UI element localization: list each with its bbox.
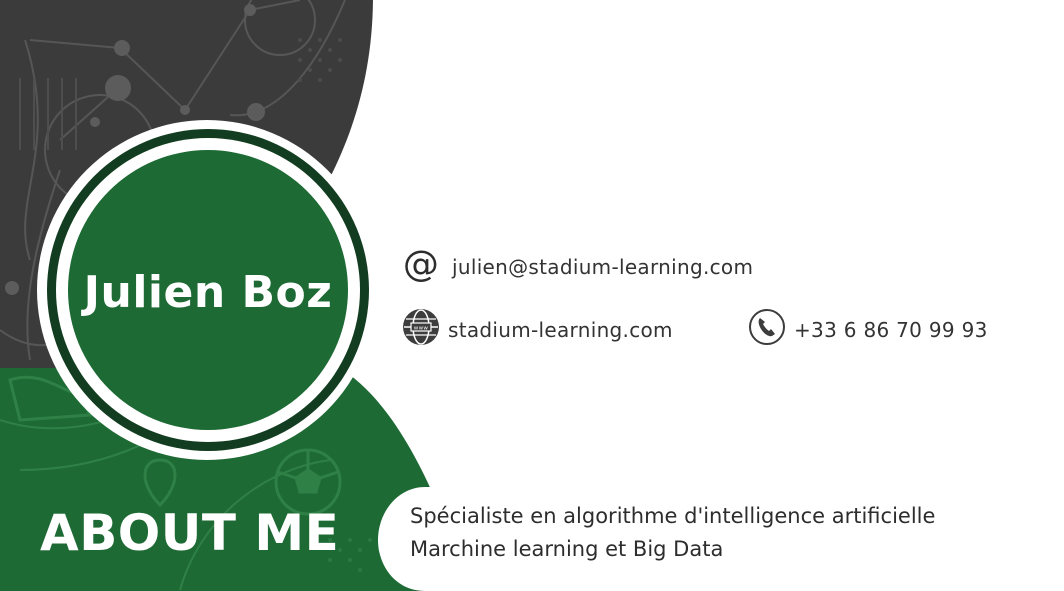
name-badge: Julien Boz — [55, 153, 365, 435]
phone-text[interactable]: +33 6 86 70 99 93 — [794, 318, 988, 342]
svg-text:www: www — [414, 326, 429, 332]
globe-icon: www — [402, 308, 440, 352]
svg-text:@: @ — [403, 245, 439, 283]
email-row[interactable]: @ julien@stadium-learning.com — [402, 244, 753, 289]
at-sign-icon: @ — [402, 244, 440, 289]
about-title: ABOUT ME — [40, 504, 340, 562]
website-text[interactable]: stadium-learning.com — [448, 318, 673, 342]
person-name: Julien Boz — [83, 266, 333, 318]
email-text[interactable]: julien@stadium-learning.com — [452, 255, 753, 279]
about-line-1: Spécialiste en algorithme d'intelligence… — [410, 504, 936, 528]
about-description: Spécialiste en algorithme d'intelligence… — [410, 500, 935, 566]
website-row[interactable]: www stadium-learning.com — [402, 308, 673, 352]
phone-icon — [748, 308, 786, 352]
phone-row[interactable]: +33 6 86 70 99 93 — [748, 308, 988, 352]
about-line-2: Marchine learning et Big Data — [410, 537, 724, 561]
